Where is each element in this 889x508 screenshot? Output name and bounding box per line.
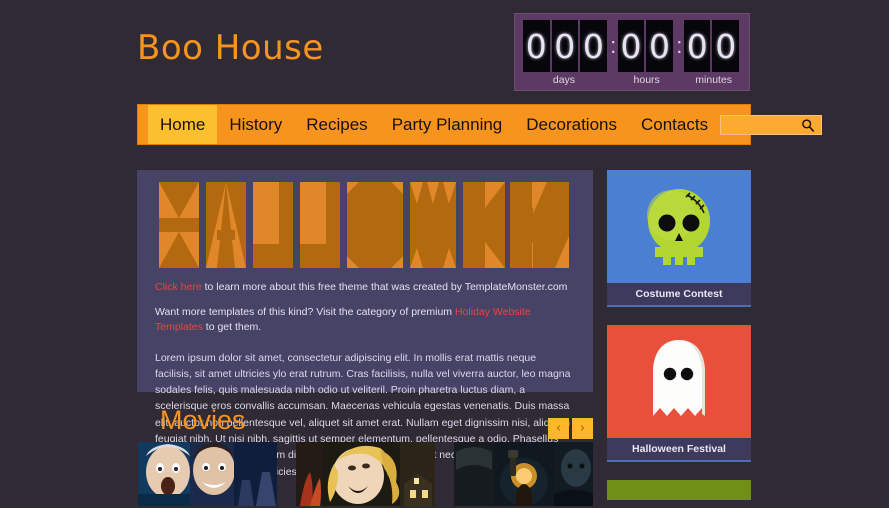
carousel-next-button[interactable]: ›	[572, 418, 593, 439]
costume-contest-caption: Costume Contest	[607, 283, 751, 307]
countdown-label-days: days	[552, 74, 576, 86]
countdown-timer: 0 0 0 : 0 0 : 0 0 days hours minutes	[514, 13, 750, 91]
click-here-link[interactable]: Click here	[155, 281, 202, 293]
search-icon[interactable]	[801, 118, 815, 133]
nav-item-party-planning[interactable]: Party Planning	[380, 105, 515, 144]
site-header: Boo House 0 0 0 : 0 0 : 0 0 days hours m…	[0, 0, 889, 100]
sidebar-card-costume-contest[interactable]: Costume Contest	[607, 170, 751, 307]
movie-poster-3[interactable]	[454, 442, 593, 506]
search-box[interactable]	[720, 114, 823, 135]
nav-item-home[interactable]: Home	[148, 105, 218, 144]
carousel-prev-button[interactable]: ‹	[548, 418, 569, 439]
movie-poster-2-art	[296, 442, 435, 506]
costume-contest-image	[607, 170, 751, 283]
halloween-banner-art	[159, 182, 569, 268]
promo-line-2-suffix: to get them.	[202, 321, 262, 334]
movies-title: Movies	[160, 405, 246, 435]
promo-line-2: Want more templates of this kind? Visit …	[155, 305, 575, 335]
movie-poster-3-art	[454, 442, 593, 506]
site-logo[interactable]: Boo House	[137, 28, 324, 68]
halloween-festival-image	[607, 325, 751, 438]
movies-section: Movies ‹ ›	[137, 400, 593, 508]
countdown-label-minutes: minutes	[695, 74, 733, 86]
countdown-labels: days hours minutes	[523, 74, 741, 86]
sidebar-card-halloween-festival[interactable]: Halloween Festival	[607, 325, 751, 462]
skull-icon	[647, 188, 710, 265]
halloween-banner	[155, 178, 583, 272]
countdown-digit: 0	[551, 20, 579, 72]
movies-header: Movies ‹ ›	[137, 400, 593, 442]
countdown-separator: :	[676, 33, 683, 58]
movie-poster-1-art	[138, 442, 277, 506]
main-content-panel: Click here to learn more about this free…	[137, 170, 593, 478]
halloween-festival-caption: Halloween Festival	[607, 438, 751, 462]
countdown-digit: 0	[580, 20, 607, 72]
main-navigation: Home History Recipes Party Planning Deco…	[137, 104, 823, 145]
movies-carousel-controls: ‹ ›	[548, 418, 593, 439]
movie-poster-1[interactable]	[138, 442, 277, 506]
promo-line-2-prefix: Want more templates of this kind? Visit …	[155, 306, 455, 319]
countdown-label-hours: hours	[633, 74, 660, 86]
countdown-separator: :	[610, 33, 617, 58]
countdown-digit: 0	[523, 20, 550, 72]
nav-item-recipes[interactable]: Recipes	[294, 105, 379, 144]
nav-item-contacts[interactable]: Contacts	[629, 105, 720, 144]
nav-item-decorations[interactable]: Decorations	[514, 105, 629, 144]
countdown-digits: 0 0 0 : 0 0 : 0 0	[523, 20, 741, 72]
movies-thumbnail-row	[137, 442, 593, 506]
page-root: Boo House 0 0 0 : 0 0 : 0 0 days hours m…	[0, 0, 889, 508]
promo-line-1: Click here to learn more about this free…	[155, 280, 575, 295]
sidebar: Costume Contest Halloween Festival	[607, 170, 751, 500]
promo-line-1-text: to learn more about this free theme that…	[201, 281, 568, 293]
movie-poster-2[interactable]	[296, 442, 435, 506]
countdown-digit: 0	[683, 20, 711, 72]
nav-item-history[interactable]: History	[217, 105, 294, 144]
countdown-digit: 0	[712, 20, 739, 72]
search-container	[720, 105, 830, 144]
sidebar-card-next-partial[interactable]	[607, 480, 751, 500]
countdown-digit: 0	[617, 20, 645, 72]
ghost-icon	[653, 339, 705, 416]
countdown-digit: 0	[646, 20, 673, 72]
